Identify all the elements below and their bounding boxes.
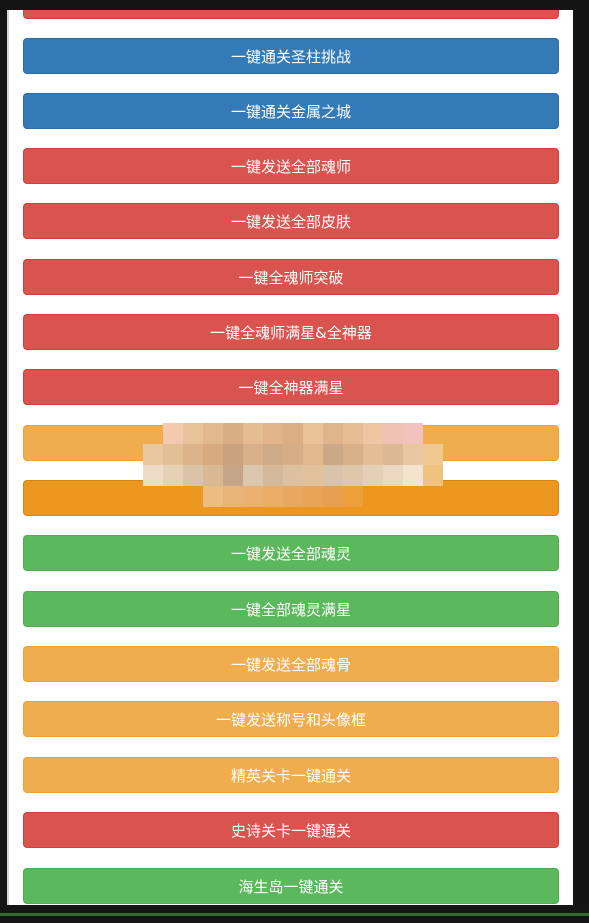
button-panel: 一键通关圣柱挑战 一键通关金属之城 一键发送全部魂师 一键发送全部皮肤 一键全魂…: [7, 10, 573, 905]
clear-epic-stages-button[interactable]: 史诗关卡一键通关: [23, 812, 559, 848]
panel-border: [7, 10, 9, 905]
send-all-soul-bones-button[interactable]: 一键发送全部魂骨: [23, 646, 559, 682]
all-artifacts-max-star-button[interactable]: 一键全神器满星: [23, 369, 559, 405]
send-all-skins-button[interactable]: 一键发送全部皮肤: [23, 203, 559, 239]
clear-sea-island-button[interactable]: 海生岛一键通关: [23, 868, 559, 904]
send-titles-avatar-frames-button[interactable]: 一键发送称号和头像框: [23, 701, 559, 737]
bottom-accent-line: [0, 913, 589, 916]
top-dark-bar: [0, 0, 589, 10]
all-soul-masters-breakthrough-button[interactable]: 一键全魂师突破: [23, 259, 559, 295]
bottom-dark-strip: [0, 905, 589, 923]
clear-elite-stages-button[interactable]: 精英关卡一键通关: [23, 757, 559, 793]
all-soul-spirits-max-star-button[interactable]: 一键全部魂灵满星: [23, 591, 559, 627]
clear-holy-pillar-challenge-button[interactable]: 一键通关圣柱挑战: [23, 38, 559, 74]
partial-top-button[interactable]: [23, 10, 559, 19]
soul-masters-max-star-artifacts-button[interactable]: 一键全魂师满星&全神器: [23, 314, 559, 350]
send-all-soul-spirits-button[interactable]: 一键发送全部魂灵: [23, 535, 559, 571]
pixelated-redaction: [143, 423, 443, 507]
send-all-soul-masters-button[interactable]: 一键发送全部魂师: [23, 148, 559, 184]
clear-metal-city-button[interactable]: 一键通关金属之城: [23, 93, 559, 129]
